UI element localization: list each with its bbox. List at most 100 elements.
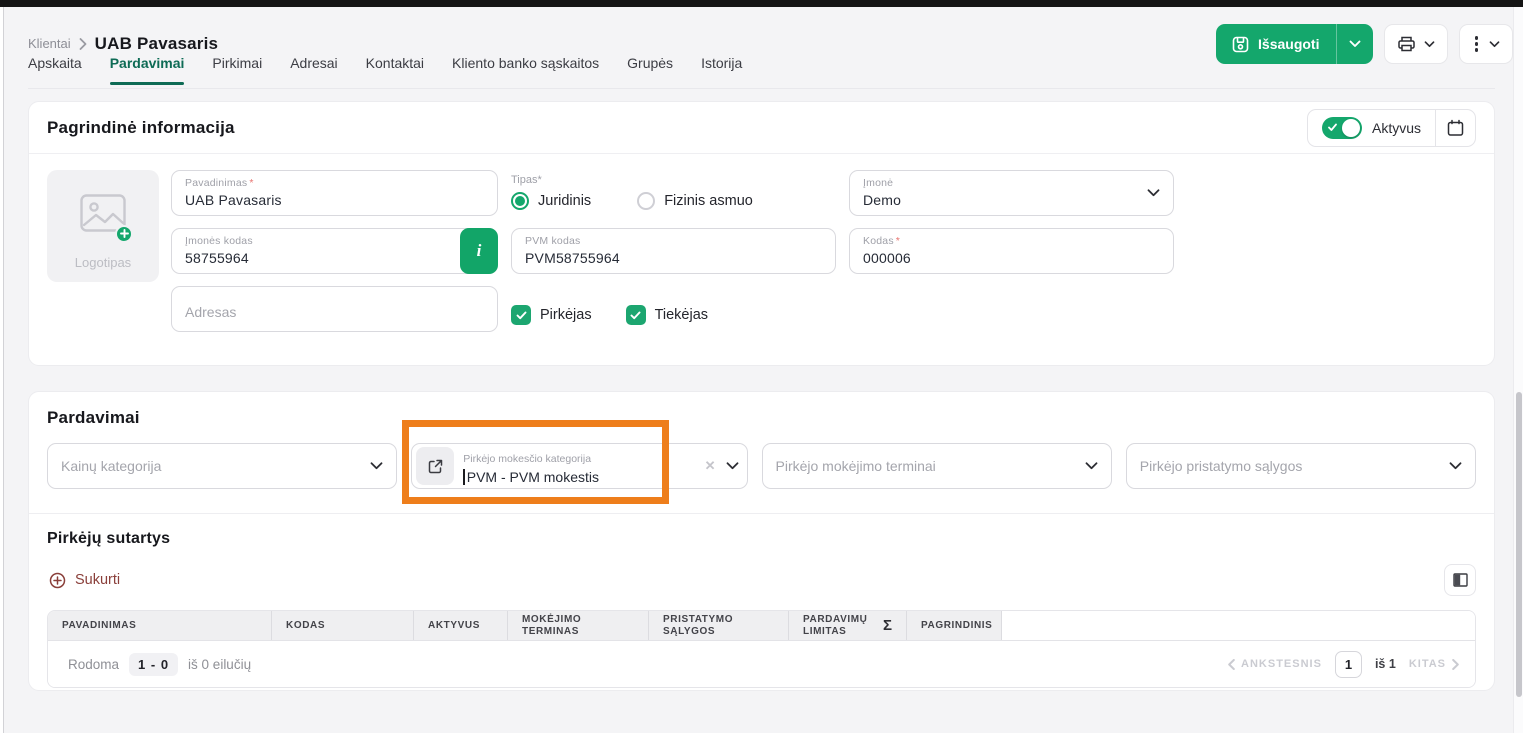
contracts-table: Pavadinimas Kodas Aktyvus Mokėjimo termi… xyxy=(47,610,1476,688)
col-mokejimo-terminas[interactable]: Mokėjimo terminas xyxy=(508,611,649,640)
left-edge-strip xyxy=(0,7,4,733)
checkbox-checked-icon[interactable] xyxy=(511,305,531,325)
col-pavadinimas[interactable]: Pavadinimas xyxy=(48,611,272,640)
chevron-down-icon[interactable] xyxy=(1449,457,1462,475)
chevron-down-icon[interactable] xyxy=(1085,457,1098,475)
chevron-down-icon xyxy=(1349,40,1361,48)
adresas-field[interactable]: Adresas xyxy=(171,286,498,332)
page-count-label: iš 1 xyxy=(1375,657,1396,671)
tab-adresai[interactable]: Adresai xyxy=(290,55,337,83)
radio-selected-icon[interactable] xyxy=(511,192,529,210)
imone-select[interactable]: Įmonė Demo xyxy=(849,170,1174,216)
save-split-button[interactable]: Išsaugoti xyxy=(1216,24,1372,64)
current-page-box[interactable]: 1 xyxy=(1335,651,1362,678)
imones-kodas-value: 58755964 xyxy=(185,250,484,266)
pirkejo-mokejimo-terminai-select[interactable]: Pirkėjo mokėjimo terminai xyxy=(762,443,1112,489)
image-placeholder-icon xyxy=(80,194,126,237)
logo-label: Logotipas xyxy=(47,255,159,270)
sum-sigma-icon[interactable]: Σ xyxy=(883,617,892,634)
active-toggle[interactable]: Aktyvus xyxy=(1308,110,1435,146)
breadcrumb-parent-link[interactable]: Klientai xyxy=(28,36,71,51)
create-contract-button[interactable]: Sukurti xyxy=(49,572,120,589)
chevron-down-icon[interactable] xyxy=(726,457,739,475)
save-button-label: Išsaugoti xyxy=(1258,36,1319,52)
prev-page-label: ANKSTESNIS xyxy=(1241,658,1322,670)
pvm-kodas-label: PVM kodas xyxy=(525,235,581,247)
logo-upload[interactable]: Logotipas xyxy=(47,170,159,282)
create-contract-label: Sukurti xyxy=(75,572,120,588)
sales-card: Pardavimai Kainų kategorija Pirkėjo moke… xyxy=(28,391,1495,691)
text-cursor xyxy=(463,469,465,485)
header-actions: Išsaugoti xyxy=(1216,24,1513,64)
pavadinimas-field[interactable]: Pavadinimas* UAB Pavasaris xyxy=(171,170,498,216)
tab-grupes[interactable]: Grupės xyxy=(627,55,673,83)
clear-selection-icon[interactable]: ✕ xyxy=(705,458,716,474)
col-pristatymo-salygos[interactable]: Pristatymo sąlygos xyxy=(649,611,789,640)
col-aktyvus[interactable]: Aktyvus xyxy=(414,611,508,640)
mokescio-kategorija-value: PVM - PVM mokestis xyxy=(467,469,599,485)
radio-juridinis[interactable]: Juridinis xyxy=(511,192,591,210)
scrollbar-track[interactable] xyxy=(1513,7,1523,733)
scrollbar-thumb[interactable] xyxy=(1516,392,1522,697)
plus-circle-icon xyxy=(49,572,66,589)
col-pardavimu-limitas-label: Pardavimų limitas xyxy=(803,614,883,637)
calendar-icon xyxy=(1447,119,1464,137)
breadcrumb-chevron-icon xyxy=(79,38,87,50)
top-black-bar xyxy=(0,0,1523,7)
toggle-on-icon[interactable] xyxy=(1322,117,1362,139)
open-record-button[interactable] xyxy=(416,447,454,485)
imones-kodas-field[interactable]: Įmonės kodas 58755964 i xyxy=(171,228,498,274)
tab-pardavimai[interactable]: Pardavimai xyxy=(110,55,185,83)
pagination: ANKSTESNIS 1 iš 1 KITAS xyxy=(1228,651,1459,678)
kodas-field[interactable]: Kodas* 000006 xyxy=(849,228,1174,274)
company-info-button[interactable]: i xyxy=(460,228,498,274)
required-asterisk: * xyxy=(538,174,542,186)
add-logo-plus-icon[interactable] xyxy=(115,225,133,243)
pvm-kodas-field[interactable]: PVM kodas PVM58755964 xyxy=(511,228,836,274)
calendar-button[interactable] xyxy=(1435,110,1475,146)
tiekejas-checkbox[interactable]: Tiekėjas xyxy=(626,305,708,325)
page-title: UAB Pavasaris xyxy=(95,34,219,54)
tab-istorija[interactable]: Istorija xyxy=(701,55,742,83)
mokescio-kategorija-label: Pirkėjo mokesčio kategorija xyxy=(463,453,591,465)
kainu-kategorija-select[interactable]: Kainų kategorija xyxy=(47,443,397,489)
radio-unselected-icon[interactable] xyxy=(637,192,655,210)
next-page-label: KITAS xyxy=(1409,658,1446,670)
pirkejas-checkbox[interactable]: Pirkėjas xyxy=(511,305,592,325)
printer-icon xyxy=(1397,35,1416,53)
col-pardavimu-limitas[interactable]: Pardavimų limitas Σ xyxy=(789,611,907,640)
required-asterisk: * xyxy=(249,177,253,189)
print-button[interactable] xyxy=(1384,24,1448,64)
main-info-form: Logotipas Pavadinimas* UAB Pavasaris Tip… xyxy=(29,154,1494,348)
main-info-title: Pagrindinė informacija xyxy=(47,118,235,138)
save-dropdown-toggle[interactable] xyxy=(1336,24,1373,64)
pirkejo-mokescio-kategorija-select[interactable]: Pirkėjo mokesčio kategorija PVM - PVM mo… xyxy=(411,443,747,489)
more-actions-button[interactable] xyxy=(1459,24,1514,64)
adresas-placeholder: Adresas xyxy=(185,304,484,320)
tab-apskaita[interactable]: Apskaita xyxy=(28,55,82,83)
prev-page-button[interactable]: ANKSTESNIS xyxy=(1228,658,1322,670)
col-kodas[interactable]: Kodas xyxy=(272,611,414,640)
total-rows-label: iš 0 eilučių xyxy=(188,657,251,672)
table-columns-button[interactable] xyxy=(1444,564,1476,596)
pvm-kodas-value: PVM58755964 xyxy=(525,250,822,266)
col-pagrindinis[interactable]: Pagrindinis xyxy=(907,611,1002,640)
tab-pirkimai[interactable]: Pirkimai xyxy=(212,55,262,83)
radio-fizinis-asmuo[interactable]: Fizinis asmuo xyxy=(637,192,753,210)
checkbox-checked-icon[interactable] xyxy=(626,305,646,325)
save-button[interactable]: Išsaugoti xyxy=(1216,24,1335,64)
next-page-button[interactable]: KITAS xyxy=(1409,658,1459,670)
tipas-label: Tipas xyxy=(511,174,538,186)
tiekejas-label: Tiekėjas xyxy=(655,307,708,323)
chevron-down-icon[interactable] xyxy=(370,457,383,475)
chevron-down-icon[interactable] xyxy=(1147,184,1160,202)
info-icon: i xyxy=(477,241,482,261)
mokejimo-terminai-placeholder: Pirkėjo mokėjimo terminai xyxy=(776,458,936,474)
tab-kliento-banko-saskaitos[interactable]: Kliento banko sąskaitos xyxy=(452,55,599,83)
contracts-section-title: Pirkėjų sutartys xyxy=(29,514,1494,550)
pristatymo-salygos-placeholder: Pirkėjo pristatymo sąlygos xyxy=(1140,458,1303,474)
pirkejo-pristatymo-salygos-select[interactable]: Pirkėjo pristatymo sąlygos xyxy=(1126,443,1476,489)
tab-kontaktai[interactable]: Kontaktai xyxy=(366,55,424,83)
imones-kodas-label: Įmonės kodas xyxy=(185,235,253,247)
sales-section-title: Pardavimai xyxy=(29,392,1494,443)
